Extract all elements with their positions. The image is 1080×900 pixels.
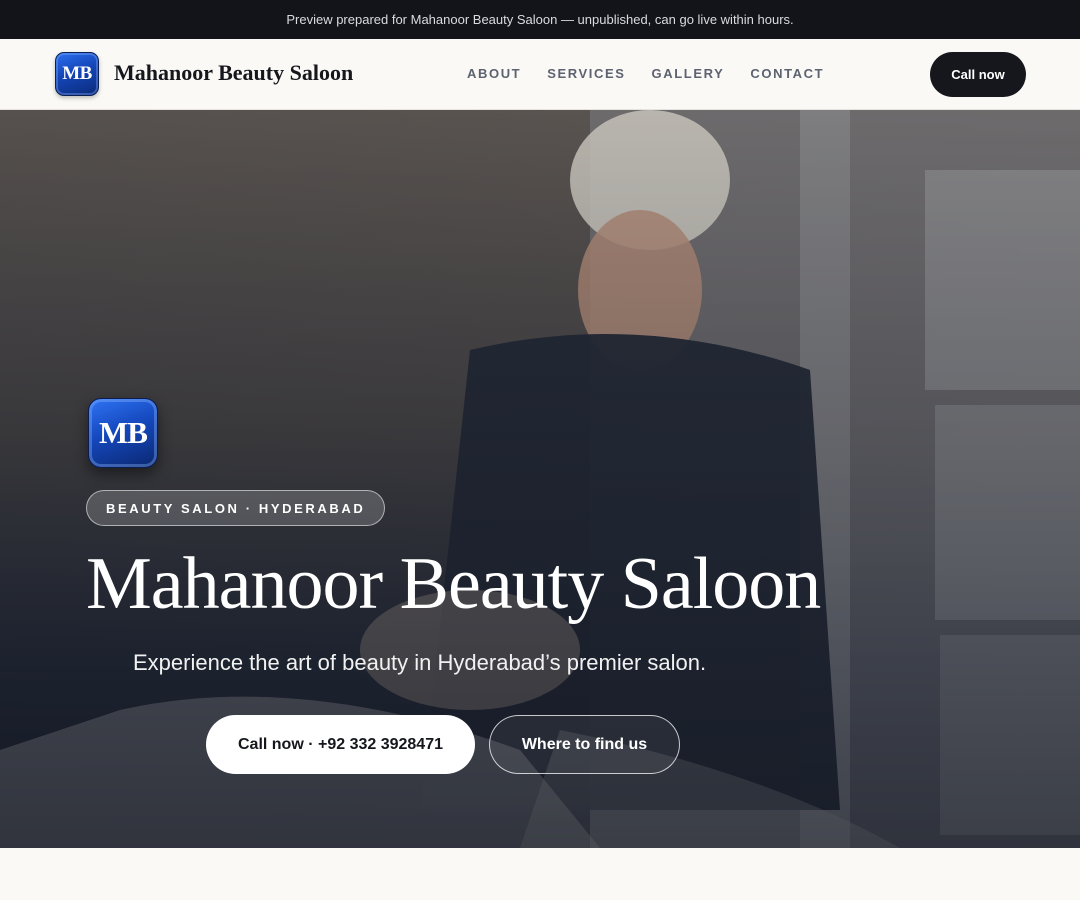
next-section: [0, 848, 1080, 900]
brand-logo[interactable]: MB: [55, 52, 99, 96]
nav-link-gallery[interactable]: GALLERY: [652, 66, 725, 81]
nav-link-contact[interactable]: CONTACT: [750, 66, 824, 81]
hero-logo-text: MB: [99, 415, 148, 450]
nav-link-services[interactable]: SERVICES: [547, 66, 625, 81]
hero-section: MB BEAUTY SALON · HYDERABAD Mahanoor Bea…: [0, 110, 1080, 848]
hero-logo: MB: [88, 398, 158, 468]
hero-subtitle: Experience the art of beauty in Hyderaba…: [133, 650, 707, 675]
nav-link-about[interactable]: ABOUT: [467, 66, 521, 81]
category-badge: BEAUTY SALON · HYDERABAD: [86, 490, 386, 526]
hero-title: Mahanoor Beauty Saloon: [86, 543, 821, 625]
main-nav: ABOUT SERVICES GALLERY CONTACT: [467, 66, 824, 81]
where-to-find-us-button[interactable]: Where to find us: [489, 715, 680, 774]
preview-banner: Preview prepared for Mahanoor Beauty Sal…: [0, 0, 1080, 39]
hero-call-button[interactable]: Call now · +92 332 3928471: [206, 715, 475, 774]
brand-logo-text: MB: [62, 63, 92, 84]
preview-banner-text: Preview prepared for Mahanoor Beauty Sal…: [286, 12, 794, 27]
header-call-button[interactable]: Call now: [930, 52, 1026, 97]
site-header: MB Mahanoor Beauty Saloon ABOUT SERVICES…: [0, 39, 1080, 110]
brand-name[interactable]: Mahanoor Beauty Saloon: [114, 60, 353, 86]
